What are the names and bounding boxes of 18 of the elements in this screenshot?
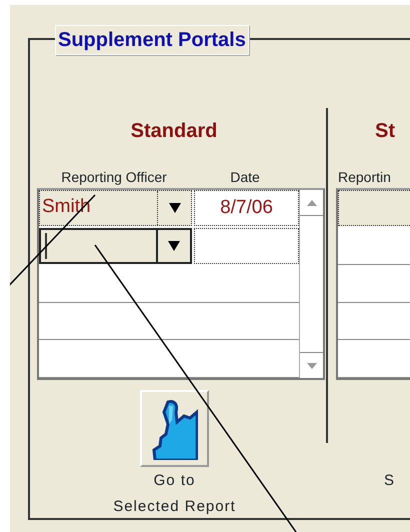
- go-to-report-button[interactable]: [140, 390, 209, 467]
- portal-heading: St: [375, 119, 395, 144]
- dropdown-arrow-icon: [168, 202, 182, 214]
- date-field[interactable]: [194, 228, 299, 264]
- scrollbar[interactable]: [299, 190, 323, 378]
- officer-combo-box[interactable]: [39, 228, 192, 264]
- scroll-up-icon: [306, 200, 316, 206]
- hand-pointer-icon: [152, 398, 198, 460]
- button-caption: S: [384, 471, 396, 491]
- column-header: Date: [229, 168, 261, 186]
- column-header: Reporting Officer: [60, 168, 168, 186]
- dropdown-arrow-icon: [167, 240, 181, 252]
- date-field[interactable]: 8/7/06: [194, 190, 299, 226]
- button-caption: Go to Selected Report: [113, 471, 236, 517]
- portal-heading: Standard: [130, 119, 218, 144]
- group-title: Supplement Portals: [55, 25, 249, 55]
- column-header: Reportin: [337, 168, 391, 186]
- scroll-down-icon: [306, 362, 316, 368]
